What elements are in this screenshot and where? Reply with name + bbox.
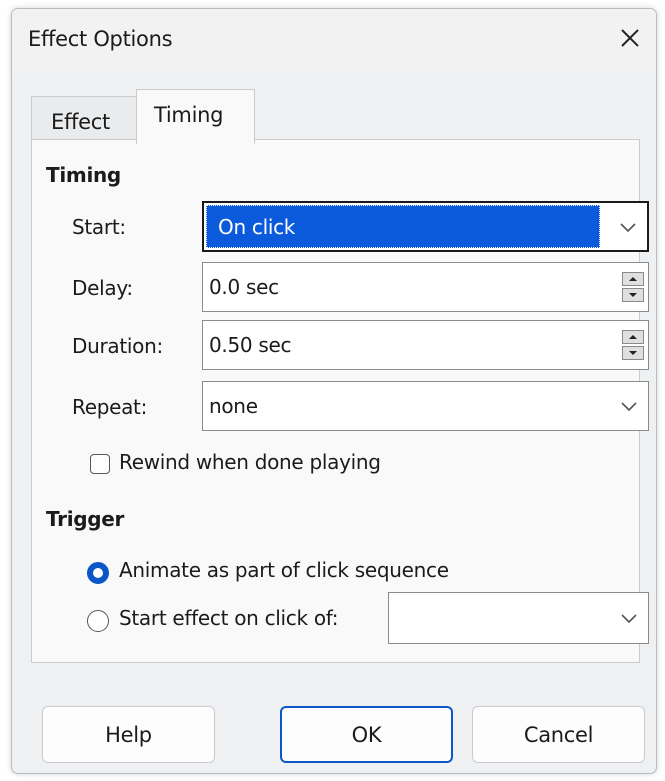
effect-options-dialog: Effect Options Effect Timing Timing Star…: [11, 8, 657, 774]
duration-spinbox[interactable]: 0.50 sec: [202, 320, 649, 370]
chevron-down-icon: [621, 402, 637, 412]
duration-spin-up[interactable]: [622, 330, 644, 344]
repeat-label: Repeat:: [72, 395, 148, 419]
start-on-click-radio[interactable]: [87, 610, 109, 632]
rewind-checkbox[interactable]: [90, 454, 110, 474]
tab-effect-label: Effect: [51, 110, 110, 134]
duration-label: Duration:: [72, 334, 163, 358]
start-dropdown[interactable]: On click: [202, 201, 649, 252]
dialog-title: Effect Options: [28, 27, 173, 51]
start-value: On click: [218, 214, 296, 239]
close-button[interactable]: [606, 15, 654, 61]
spin-up-icon: [629, 277, 637, 281]
close-icon: [621, 29, 639, 47]
tab-timing[interactable]: Timing: [136, 89, 255, 144]
ok-button-label: OK: [351, 722, 382, 747]
timing-section-title: Timing: [46, 163, 121, 187]
animate-sequence-label[interactable]: Animate as part of click sequence: [119, 558, 449, 582]
click-target-dropdown[interactable]: [388, 592, 649, 644]
help-button[interactable]: Help: [42, 706, 215, 763]
delay-spinner: [622, 272, 644, 302]
duration-value: 0.50 sec: [209, 333, 292, 357]
start-dropdown-toggle[interactable]: [609, 203, 647, 250]
rewind-label[interactable]: Rewind when done playing: [119, 450, 381, 474]
cancel-button-label: Cancel: [523, 722, 594, 747]
animate-sequence-radio[interactable]: [87, 562, 109, 584]
repeat-value: none: [209, 394, 258, 418]
start-label: Start:: [72, 215, 126, 239]
ok-button[interactable]: OK: [280, 706, 453, 763]
tab-timing-label: Timing: [154, 103, 224, 127]
delay-spin-down[interactable]: [622, 288, 644, 302]
title-bar: Effect Options: [12, 9, 656, 73]
delay-label: Delay:: [72, 276, 133, 300]
delay-value: 0.0 sec: [209, 275, 279, 299]
duration-spin-down[interactable]: [622, 346, 644, 360]
spin-down-icon: [629, 351, 637, 355]
duration-spinner: [622, 330, 644, 360]
repeat-dropdown-toggle[interactable]: [611, 382, 647, 430]
start-on-click-label[interactable]: Start effect on click of:: [119, 606, 339, 630]
chevron-down-icon: [621, 614, 637, 624]
click-target-dropdown-toggle[interactable]: [611, 593, 647, 643]
trigger-section-title: Trigger: [46, 507, 125, 531]
help-button-label: Help: [105, 722, 152, 747]
repeat-dropdown[interactable]: none: [202, 381, 649, 431]
chevron-down-icon: [620, 222, 636, 232]
spin-up-icon: [629, 335, 637, 339]
spin-down-icon: [629, 293, 637, 297]
cancel-button[interactable]: Cancel: [472, 706, 645, 763]
delay-spin-up[interactable]: [622, 272, 644, 286]
delay-spinbox[interactable]: 0.0 sec: [202, 262, 649, 312]
tab-effect[interactable]: Effect: [31, 96, 137, 140]
